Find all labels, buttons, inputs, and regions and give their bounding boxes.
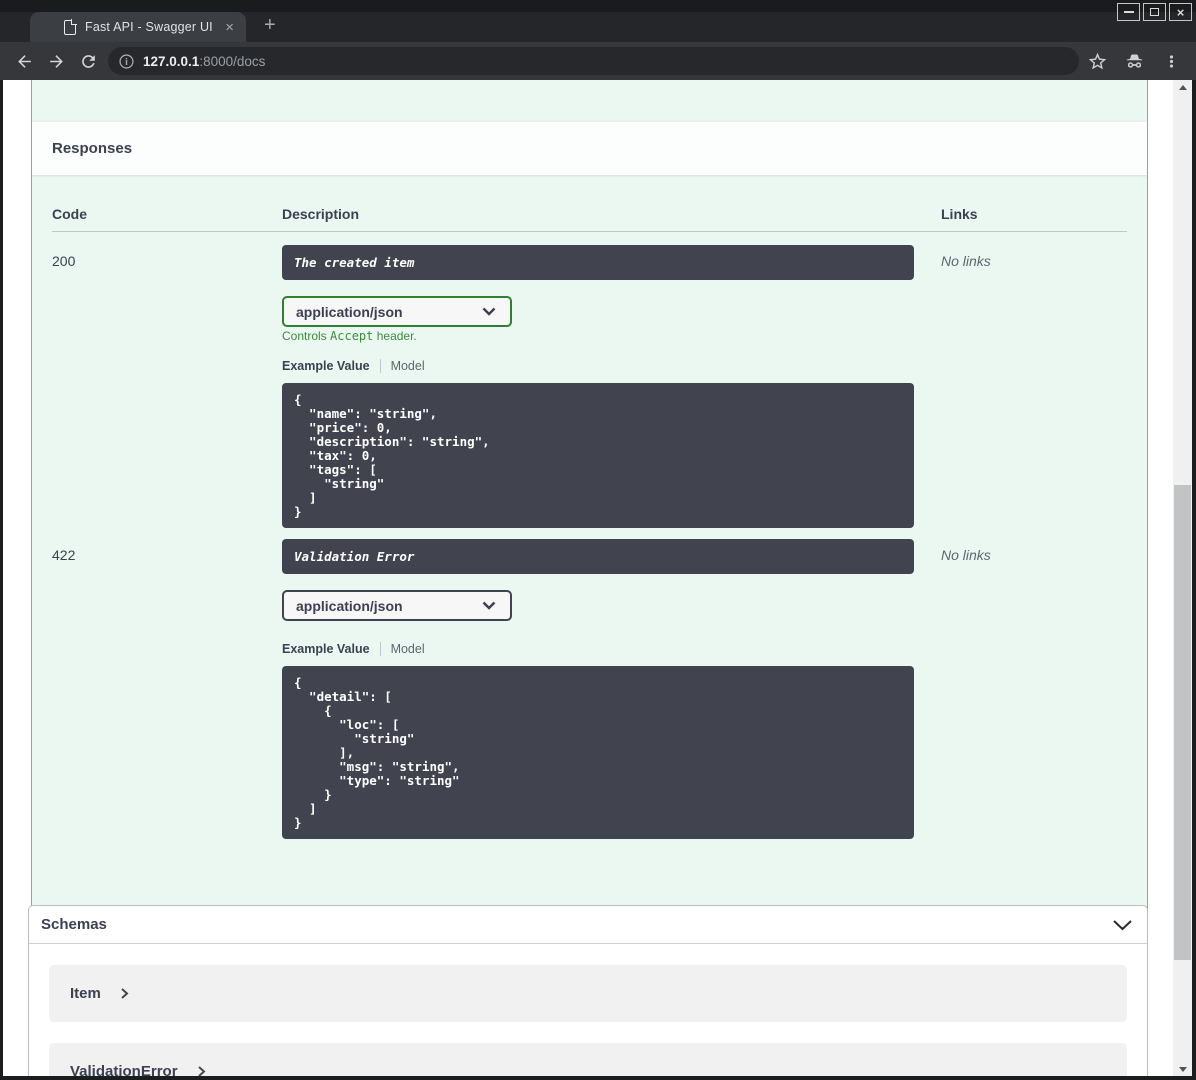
tab-model[interactable]: Model: [391, 642, 425, 656]
url-host: 127.0.0.1: [143, 53, 200, 69]
vertical-scrollbar[interactable]: [1173, 80, 1192, 1076]
reload-icon: [81, 54, 95, 68]
forward-button[interactable]: [44, 49, 68, 73]
tab-strip: Fast API - Swagger UI × +: [0, 12, 1196, 42]
triangle-up-icon: [1178, 84, 1187, 90]
new-tab-button[interactable]: +: [264, 15, 276, 35]
example-model-tabs: Example Value Model: [282, 641, 914, 656]
chevron-down-icon[interactable]: [1112, 919, 1133, 931]
response-description-text: Validation Error: [294, 549, 415, 564]
post-operation-panel: Responses Code Description Links 200 The…: [31, 80, 1148, 935]
schemas-header[interactable]: Schemas: [29, 906, 1147, 944]
bookmark-star-icon[interactable]: [1087, 51, 1108, 72]
example-json-422: { "detail": [ { "loc": [ "string" ], "ms…: [282, 666, 914, 839]
response-row-200: 200 The created item application/json Co…: [52, 232, 1127, 528]
response-description-text: The created item: [294, 255, 415, 270]
triangle-down-icon: [1178, 1066, 1187, 1072]
controls-accept-note: Controls Accept header.: [282, 329, 417, 343]
column-header-code: Code: [52, 206, 87, 222]
media-type-select[interactable]: application/json: [282, 590, 512, 621]
scroll-down-arrow[interactable]: [1173, 1062, 1192, 1076]
window-border-left: [0, 80, 3, 1080]
response-code: 200: [52, 253, 76, 269]
address-bar[interactable]: 127.0.0.1:8000/docs: [108, 47, 1079, 75]
browser-menu-icon[interactable]: [1161, 51, 1182, 72]
response-description-box: The created item: [282, 245, 914, 280]
response-row-422: 422 Validation Error application/json Ex…: [52, 539, 1127, 839]
page-document-icon: [64, 19, 77, 35]
response-code: 422: [52, 547, 76, 563]
tab-divider: [379, 358, 381, 373]
schema-model-item[interactable]: Item: [49, 965, 1127, 1022]
example-json-200: { "name": "string", "price": 0, "descrip…: [282, 383, 914, 528]
response-description-cell: Validation Error application/json Exampl…: [282, 539, 914, 839]
responses-title: Responses: [52, 140, 133, 157]
responses-table-header: Code Description Links: [52, 175, 1127, 232]
chevron-down-icon: [482, 307, 496, 316]
window-titlebar: [0, 0, 1196, 12]
minimize-icon: [1123, 11, 1134, 13]
responses-section-header: Responses: [32, 121, 1147, 175]
window-border-bottom: [0, 1076, 1196, 1080]
schemas-section: Schemas Item ValidationError: [28, 905, 1148, 1080]
forward-arrow-icon: [49, 54, 63, 68]
close-button[interactable]: ×: [1169, 3, 1192, 21]
minimize-button[interactable]: [1117, 3, 1140, 21]
responses-table: Code Description Links 200 The created i…: [32, 175, 1147, 839]
chevron-down-icon: [482, 601, 496, 610]
maximize-icon: [1150, 8, 1159, 16]
media-type-value: application/json: [296, 303, 403, 320]
toolbar-right: [1087, 51, 1182, 72]
maximize-button[interactable]: [1143, 3, 1166, 21]
scrollbar-thumb[interactable]: [1174, 485, 1191, 960]
browser-toolbar: 127.0.0.1:8000/docs: [0, 42, 1196, 80]
tab-divider: [379, 641, 381, 656]
column-header-description: Description: [282, 206, 360, 222]
response-description-cell: The created item application/json Contro…: [282, 245, 914, 528]
back-button[interactable]: [12, 49, 36, 73]
example-model-tabs: Example Value Model: [282, 358, 914, 373]
scroll-up-arrow[interactable]: [1173, 80, 1192, 94]
reload-button[interactable]: [76, 49, 100, 73]
browser-window: Fast API - Swagger UI × + × 127.0.0.1:80…: [0, 0, 1196, 1080]
response-description-box: Validation Error: [282, 539, 914, 574]
column-header-links: Links: [941, 206, 978, 222]
chevron-right-icon[interactable]: [120, 987, 129, 1000]
tab-fastapi-swagger[interactable]: Fast API - Swagger UI ×: [30, 12, 246, 42]
model-name: Item: [70, 985, 101, 1002]
tab-example-value[interactable]: Example Value: [282, 642, 370, 656]
window-controls: ×: [1117, 3, 1192, 21]
tab-close-icon[interactable]: ×: [225, 20, 234, 35]
no-links-text: No links: [941, 253, 991, 269]
media-type-value: application/json: [296, 597, 403, 614]
schema-model-validationerror[interactable]: ValidationError: [49, 1043, 1127, 1080]
url-text: 127.0.0.1:8000/docs: [143, 54, 265, 69]
media-type-select[interactable]: application/json: [282, 296, 512, 327]
window-border-right: [1192, 80, 1196, 1080]
close-icon: ×: [1176, 4, 1185, 20]
site-info-icon[interactable]: [118, 53, 135, 70]
url-path: :8000/docs: [199, 53, 266, 69]
tab-title: Fast API - Swagger UI: [85, 20, 213, 34]
schemas-title: Schemas: [41, 916, 107, 933]
tab-model[interactable]: Model: [391, 359, 425, 373]
incognito-icon[interactable]: [1124, 51, 1145, 72]
no-links-text: No links: [941, 547, 991, 563]
accept-header-code: Accept: [330, 329, 374, 343]
page-viewport: Responses Code Description Links 200 The…: [0, 80, 1196, 1080]
back-arrow-icon: [17, 54, 31, 68]
tab-example-value[interactable]: Example Value: [282, 359, 370, 373]
schemas-body: Item ValidationError: [29, 944, 1147, 1080]
